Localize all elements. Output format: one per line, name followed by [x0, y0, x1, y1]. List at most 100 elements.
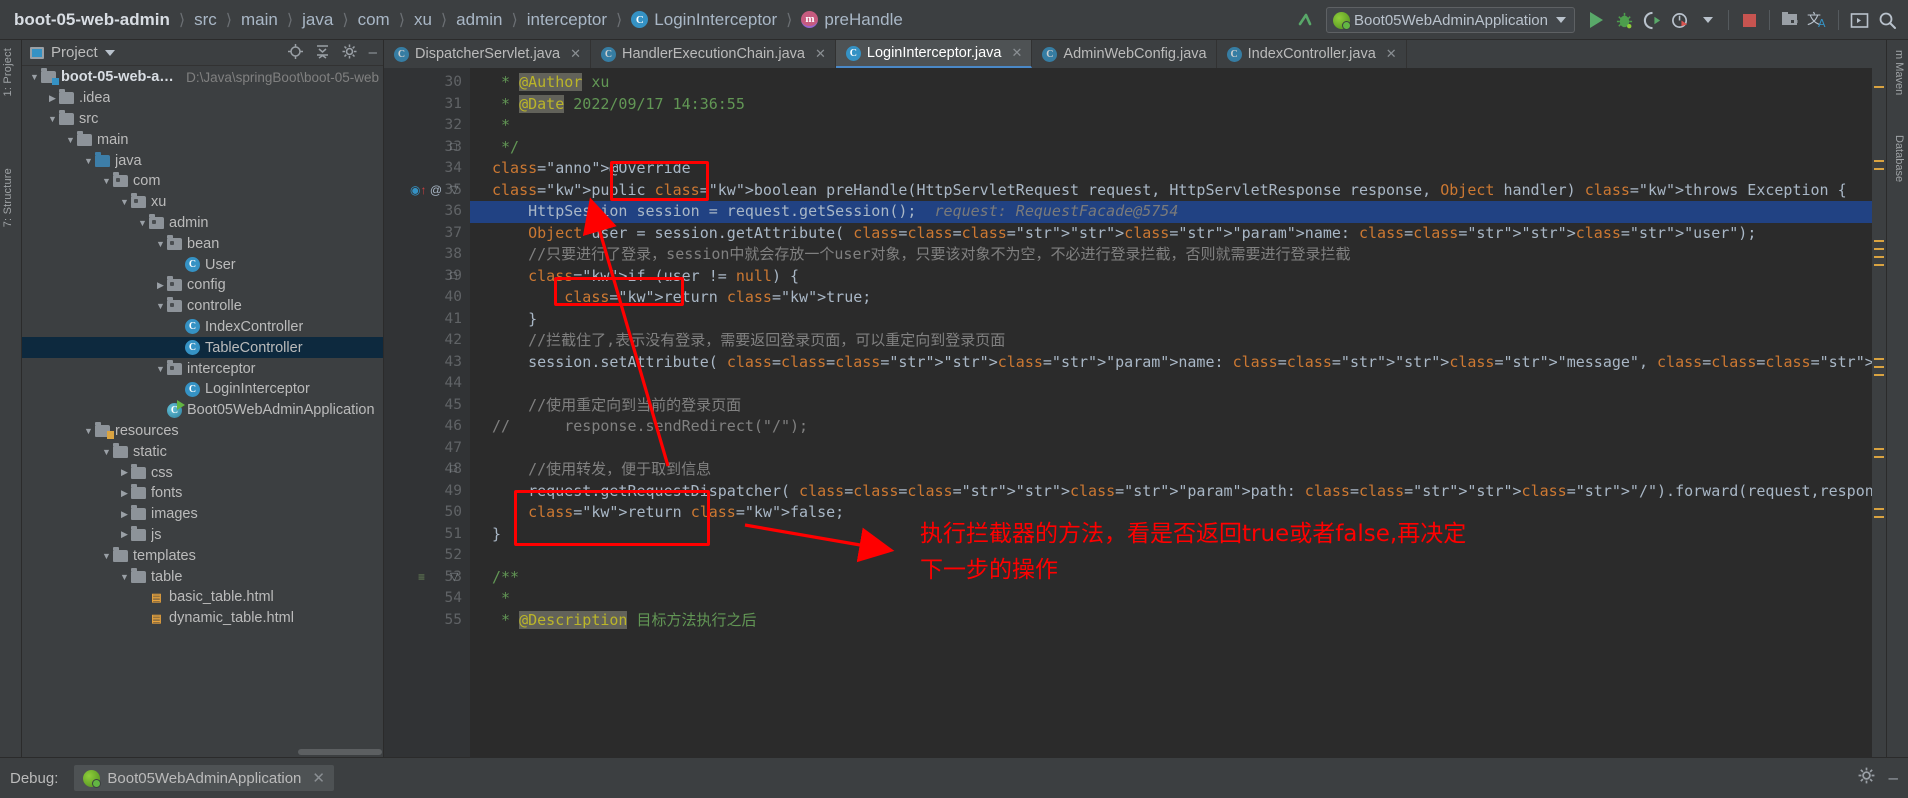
chevron-down-icon[interactable]: ▼: [118, 197, 131, 207]
chevron-down-icon[interactable]: ▼: [154, 301, 167, 311]
tree-item-admin[interactable]: ▼ admin: [22, 213, 383, 234]
breadcrumb-item-method[interactable]: m preHandle: [801, 10, 903, 30]
editor-tab-indexcontroller[interactable]: C IndexController.java ✕: [1217, 40, 1407, 68]
editor-tab-adminwebconfig[interactable]: C AdminWebConfig.java: [1032, 40, 1217, 68]
tree-item-com[interactable]: ▼ com: [22, 171, 383, 192]
code-line[interactable]: class="anno">@Override: [470, 158, 1886, 180]
code-line[interactable]: HttpSession session = request.getSession…: [470, 201, 1886, 223]
code-fold-icon[interactable]: □: [450, 459, 457, 481]
chevron-down-icon[interactable]: ▼: [100, 551, 113, 561]
editor-marker-bar[interactable]: [1872, 68, 1886, 757]
horizontal-scrollbar[interactable]: [298, 749, 382, 755]
chevron-down-icon[interactable]: ▼: [46, 114, 59, 124]
code-line[interactable]: [470, 438, 1886, 460]
code-line[interactable]: //使用重定向到当前的登录页面: [470, 395, 1886, 417]
breadcrumb-item-admin[interactable]: admin: [456, 10, 502, 30]
tree-item-images[interactable]: ▶ images: [22, 504, 383, 525]
breadcrumb-item-class[interactable]: C LoginInterceptor: [631, 10, 777, 30]
run-button[interactable]: [1583, 7, 1609, 33]
code-line[interactable]: session.setAttribute( class=class=class=…: [470, 352, 1886, 374]
breadcrumb-item-java[interactable]: java: [302, 10, 333, 30]
tree-item-dynamic-table-html[interactable]: ▤ dynamic_table.html: [22, 608, 383, 629]
tree-item-controlle[interactable]: ▼ controlle: [22, 296, 383, 317]
code-line[interactable]: Object user = session.getAttribute( clas…: [470, 223, 1886, 245]
tree-item-user[interactable]: C User: [22, 254, 383, 275]
chevron-down-icon[interactable]: ▼: [154, 239, 167, 249]
gear-icon[interactable]: [1858, 767, 1875, 789]
code-line[interactable]: *: [470, 588, 1886, 610]
profiler-button[interactable]: [1667, 7, 1693, 33]
chevron-down-icon[interactable]: ▼: [64, 135, 77, 145]
gear-icon[interactable]: [342, 44, 357, 62]
breadcrumb-item-main[interactable]: main: [241, 10, 278, 30]
code-line[interactable]: //拦截住了,表示没有登录，需要返回登录页面，可以重定向到登录页面: [470, 330, 1886, 352]
chevron-right-icon[interactable]: ▶: [154, 280, 167, 291]
translate-button[interactable]: 文A: [1805, 7, 1831, 33]
code-line[interactable]: *: [470, 115, 1886, 137]
breadcrumb-item-src[interactable]: src: [194, 10, 217, 30]
tree-item-templates[interactable]: ▼ templates: [22, 545, 383, 566]
chevron-down-icon[interactable]: ▼: [100, 447, 113, 457]
tree-item-bean[interactable]: ▼ bean: [22, 233, 383, 254]
tool-window-tab-database[interactable]: Database: [1893, 135, 1905, 182]
tool-window-tab-maven[interactable]: m Maven: [1893, 50, 1905, 95]
tree-item-basic-table-html[interactable]: ▤ basic_table.html: [22, 587, 383, 608]
tree-item-interceptor[interactable]: ▼ interceptor: [22, 358, 383, 379]
code-fold-icon[interactable]: □: [450, 266, 457, 288]
locate-icon[interactable]: [287, 43, 303, 62]
chevron-right-icon[interactable]: ▶: [118, 509, 131, 520]
code-line[interactable]: [470, 373, 1886, 395]
breadcrumb-item-com[interactable]: com: [358, 10, 390, 30]
breadcrumb-item-interceptor[interactable]: interceptor: [527, 10, 607, 30]
code-editor[interactable]: 30 31 32 33 34 35 36 37 38 39 40 41 42 43 44 45 46 47 48 49…: [384, 68, 1886, 757]
chevron-right-icon[interactable]: ▶: [118, 488, 131, 499]
tree-item-js[interactable]: ▶ js: [22, 525, 383, 546]
editor-tab-dispatcherservlet[interactable]: C DispatcherServlet.java ✕: [384, 40, 591, 68]
code-fold-icon[interactable]: ▽: [450, 180, 458, 202]
chevron-down-icon[interactable]: ▼: [118, 572, 131, 582]
close-icon[interactable]: ✕: [570, 46, 581, 62]
code-line[interactable]: }: [470, 309, 1886, 331]
tree-item-fonts[interactable]: ▶ fonts: [22, 483, 383, 504]
tool-window-tab-project[interactable]: 1: Project: [2, 48, 14, 96]
tree-item-table[interactable]: ▼ table: [22, 566, 383, 587]
chevron-right-icon[interactable]: ▶: [46, 93, 59, 104]
tree-item-java[interactable]: ▼ java: [22, 150, 383, 171]
tree-item-src[interactable]: ▼ src: [22, 109, 383, 130]
search-everywhere-button[interactable]: [1874, 7, 1900, 33]
chevron-down-icon[interactable]: ▼: [82, 426, 95, 436]
close-icon[interactable]: ✕: [1012, 45, 1023, 61]
code-line[interactable]: * @Author xu: [470, 72, 1886, 94]
tree-item-indexcontroller[interactable]: C IndexController: [22, 317, 383, 338]
tree-item-resources[interactable]: ▼ resources: [22, 421, 383, 442]
breadcrumb-item-xu[interactable]: xu: [414, 10, 432, 30]
code-line[interactable]: * @Description 目标方法执行之后: [470, 610, 1886, 632]
collapse-all-icon[interactable]: [315, 44, 330, 62]
profiler-dropdown-icon[interactable]: [1695, 7, 1721, 33]
debug-button[interactable]: [1611, 7, 1637, 33]
chevron-down-icon[interactable]: ▼: [82, 156, 95, 166]
back-arrow-icon[interactable]: [1292, 7, 1318, 33]
override-method-marker-icon[interactable]: ◉↑ @: [410, 180, 442, 202]
tree-item--idea[interactable]: ▶ .idea: [22, 88, 383, 109]
code-line[interactable]: request.getRequestDispatcher( class=clas…: [470, 481, 1886, 503]
chevron-down-icon[interactable]: [104, 49, 115, 56]
breadcrumb-item-project[interactable]: boot-05-web-admin: [14, 10, 170, 30]
chevron-down-icon[interactable]: ▼: [154, 364, 167, 374]
code-line[interactable]: // response.sendRedirect("/");: [470, 416, 1886, 438]
code-fold-icon[interactable]: ▽: [450, 567, 458, 589]
chevron-down-icon[interactable]: ▼: [100, 176, 113, 186]
code-line[interactable]: class="kw">return class="kw">true;: [470, 287, 1886, 309]
close-icon[interactable]: ✕: [1386, 46, 1397, 62]
tree-item-logininterceptor[interactable]: C LoginInterceptor: [22, 379, 383, 400]
editor-tab-logininterceptor[interactable]: C LoginInterceptor.java ✕: [835, 40, 1033, 68]
chevron-right-icon[interactable]: ▶: [118, 529, 131, 540]
chevron-down-icon[interactable]: ▼: [28, 72, 41, 82]
tree-item-xu[interactable]: ▼ xu: [22, 192, 383, 213]
debug-session-tab[interactable]: Boot05WebAdminApplication ✕: [74, 765, 334, 791]
tree-item-boot05webadminapplication[interactable]: C Boot05WebAdminApplication: [22, 399, 383, 421]
tree-item-css[interactable]: ▶ css: [22, 462, 383, 483]
code-line[interactable]: //使用转发，便于取到信息: [470, 459, 1886, 481]
code-line[interactable]: */: [470, 137, 1886, 159]
tree-item-static[interactable]: ▼ static: [22, 441, 383, 462]
